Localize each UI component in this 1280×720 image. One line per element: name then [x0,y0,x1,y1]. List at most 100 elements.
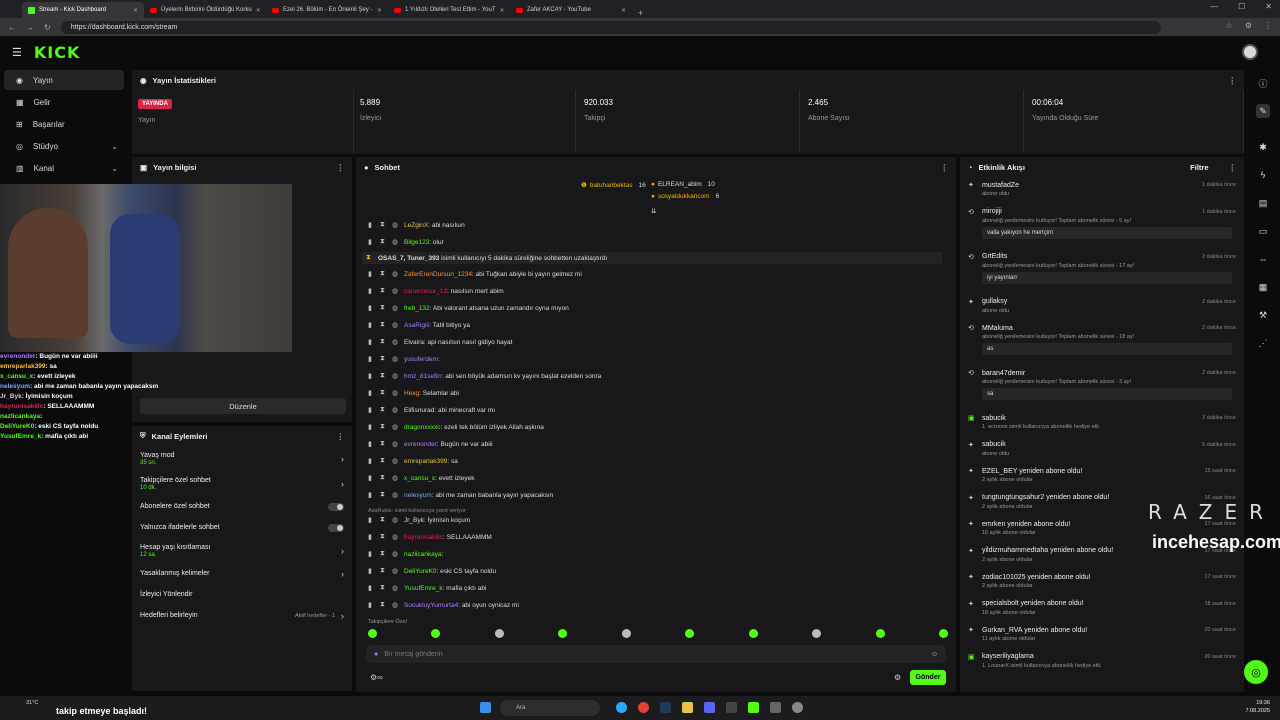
chevron-down-icon[interactable]: ⌄ [111,164,118,173]
chat-bubble-icon[interactable]: ▭ [1256,224,1270,238]
activity-event[interactable]: ✦ gullaksy 2 dakika önce abone oldu [968,298,1236,314]
pin-icon[interactable]: ▮ [368,270,374,278]
kick-logo[interactable]: KICK [34,43,81,62]
channel-action[interactable]: Yavaş mod 35 sn. › [132,446,352,471]
pin-icon[interactable]: ▮ [368,321,374,329]
activity-event[interactable]: ⟲ mirojiji 1 dakika önce aboneliğ yenilemes… [968,208,1236,239]
chevron-down-icon[interactable]: ⌄ [111,142,118,151]
edit-icon[interactable]: ✎ [1256,104,1270,118]
event-user[interactable]: kayseriliyaglama [982,653,1034,660]
pin-icon[interactable]: ▮ [368,355,374,363]
calendar-icon[interactable]: ▦ [1256,280,1270,294]
back-icon[interactable]: ← [8,23,16,32]
emote-icon[interactable] [748,629,758,638]
activity-event[interactable]: ▣ kayseriliyaglama 20 saat önce 1. LounarX … [968,653,1236,669]
gear-icon[interactable]: ⚙ [894,673,901,682]
pin-icon[interactable]: ▮ [368,372,374,380]
activity-event[interactable]: ⟲ baran47demir 2 dakika önce aboneliğ yenil… [968,369,1236,400]
pin-icon[interactable]: ▮ [368,533,374,541]
channel-action[interactable]: Abonelere özel sohbet [132,496,352,517]
pin-icon[interactable]: ▮ [368,221,374,229]
browser-tab[interactable]: 1 Yıldızlı Otelleri Test Ettim - YouT ✕ [388,2,510,18]
timeout-icon[interactable]: ⧗ [380,550,386,558]
channel-action[interactable]: Hesap yaşı kısıtlaması 12 sa. › [132,538,352,563]
sidebar-item[interactable]: ◎ Stüdyo ⌄ [4,136,124,156]
tools-icon[interactable]: ⚒ [1256,308,1270,322]
event-user[interactable]: sabucik [982,441,1006,448]
obs-icon[interactable] [770,702,781,713]
settings-app-icon[interactable] [792,702,803,713]
emote-icon[interactable] [685,629,695,638]
timeout-icon[interactable]: ⧗ [380,491,386,499]
pin-icon[interactable]: ▮ [368,304,374,312]
event-user[interactable]: tungtungtungsahur2 yeniden abone oldu! [982,494,1109,501]
event-user[interactable]: Gurkan_RVA yeniden abone oldu! [982,627,1087,634]
event-user[interactable]: zodiac101025 yeniden abone oldu! [982,574,1091,581]
chat-input[interactable]: ● Bir mesaj gönderin ☺ [366,645,946,663]
new-tab-icon[interactable]: + [638,8,643,18]
chat-username[interactable]: Bilge123 [404,239,429,246]
minimize-icon[interactable]: — [1210,2,1218,11]
close-tab-icon[interactable]: ✕ [133,7,138,14]
pin-icon[interactable]: ▮ [368,423,374,431]
activity-event[interactable]: ✦ mustafadZe 1 dakika önce abone oldu [968,181,1236,198]
mic-icon[interactable]: ● [374,651,378,658]
emote-icon[interactable] [368,629,377,638]
avatar[interactable] [1242,44,1258,60]
activity-event[interactable]: ✦ specialsbolt yeniden abone oldu! 18 saat… [968,600,1236,616]
toggle-switch[interactable] [328,502,344,511]
kick-app-icon[interactable] [748,702,759,713]
close-tab-icon[interactable]: ✕ [499,7,504,14]
weather-widget[interactable]: 31°C [26,700,38,707]
maximize-icon[interactable]: ☐ [1238,2,1245,11]
channel-action[interactable]: Hedefleri belirleyin Aktif hedefler · 1 › [132,605,352,626]
chat-username[interactable]: dragonxxxxc [404,424,441,431]
timeout-icon[interactable]: ⧗ [380,440,386,448]
activity-event[interactable]: ▣ sabucik 3 dakika önce 1. ecrooox isimli k… [968,414,1236,431]
more-options-icon[interactable]: ⋮ [1229,76,1237,85]
chat-username[interactable]: ZaferErenDursun_1234 [404,271,472,278]
emote-icon[interactable] [431,629,441,638]
help-chat-button[interactable]: ◎ [1244,660,1268,684]
hamburger-menu-icon[interactable]: ☰ [12,46,22,59]
event-user[interactable]: MMaluma [982,325,1013,332]
chat-username[interactable]: YusufEmre_k [404,585,443,592]
more-options-icon[interactable]: ⋮ [1229,163,1237,172]
event-user[interactable]: yildizmuhammedtaha yeniden abone oldu! [982,547,1113,554]
chat-username[interactable]: x_cansu_x [404,475,435,482]
activity-event[interactable]: ✦ sabucik 5 dakika önce abone oldu [968,441,1236,457]
channel-action[interactable]: İzleyici Yönlendir [132,584,352,605]
clipboard-icon[interactable]: ▤ [1256,196,1270,210]
emote-icon[interactable] [494,629,504,638]
info-icon[interactable]: ⓘ [1256,76,1270,90]
link-icon[interactable]: ⇔ [1256,252,1270,266]
pin-icon[interactable]: ▮ [368,338,374,346]
discord-icon[interactable] [704,702,715,713]
url-field[interactable]: https://dashboard.kick.com/stream [60,20,1161,34]
emote-icon[interactable] [812,629,822,638]
gifter[interactable]: ● ELREAN_abim 10 [651,181,715,188]
timeout-icon[interactable]: ⧗ [380,406,386,414]
more-options-icon[interactable]: ⋮ [941,163,949,172]
event-user[interactable]: specialsbolt yeniden abone oldu! [982,600,1084,607]
timeout-icon[interactable]: ⧗ [380,567,386,575]
chevron-right-icon[interactable]: › [341,546,344,556]
chevron-right-icon[interactable]: › [341,479,344,489]
chat-username[interactable]: DeliYureK0 [404,568,437,575]
chat-username[interactable]: nelesyum [404,492,432,499]
activity-event[interactable]: ✦ EZEL_BEY yeniden abone oldu! 15 saat önc… [968,467,1236,484]
chat-username[interactable]: hmz_81sefirr [404,373,442,380]
timeout-icon[interactable]: ⧗ [380,516,386,524]
event-user[interactable]: gullaksy [982,298,1007,305]
pin-icon[interactable]: ▮ [368,440,374,448]
pin-icon[interactable]: ▮ [368,474,374,482]
chrome-icon[interactable] [638,702,649,713]
chat-username[interactable]: Elifisnurad [404,407,434,414]
wrench-icon[interactable]: ✱ [1256,140,1270,154]
chat-username[interactable]: LeZginX [404,222,428,229]
sidebar-item[interactable]: ◉ Yayın [4,70,124,90]
pin-icon[interactable]: ▮ [368,584,374,592]
event-user[interactable]: sabucik [982,415,1006,422]
menu-icon[interactable]: ⋮ [1264,21,1272,30]
channel-action[interactable]: Yalnızca ifadelerle sohbet [132,517,352,538]
